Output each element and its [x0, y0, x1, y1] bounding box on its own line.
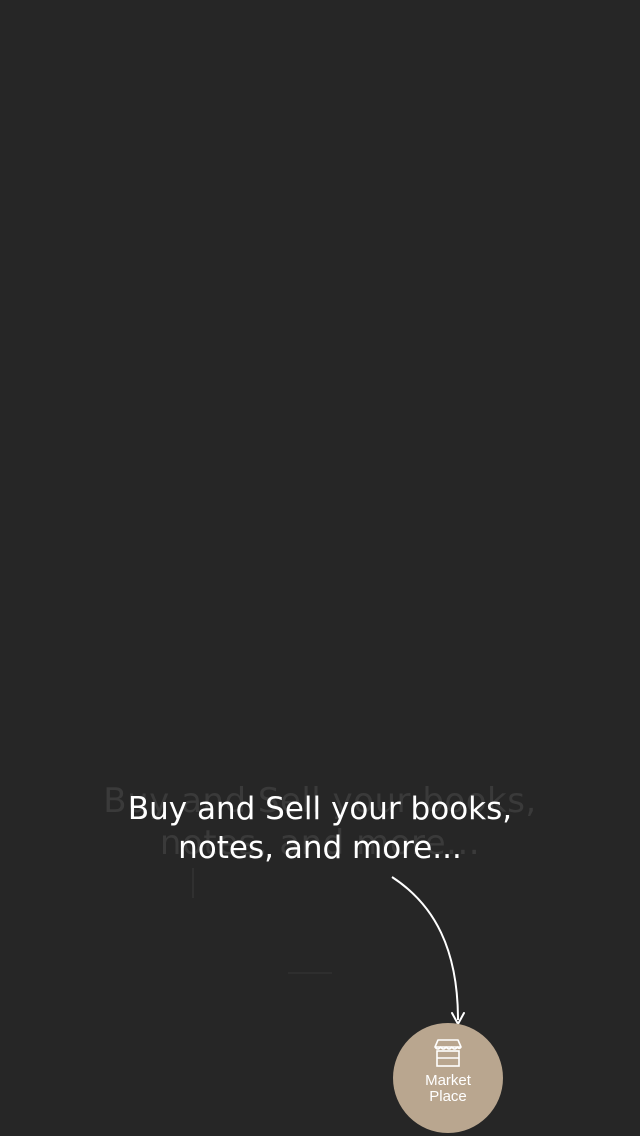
market-place-label-line-1: Market [425, 1072, 471, 1089]
coach-mark-text: Buy and Sell your books, notes, and more… [0, 790, 640, 868]
market-place-button[interactable]: Market Place [393, 1023, 503, 1133]
curved-arrow-icon [391, 876, 465, 1025]
coach-mark-line-2: notes, and more... [178, 830, 462, 866]
coach-mark-line-1: Buy and Sell your books, [127, 791, 513, 827]
background-divider [192, 868, 194, 898]
market-place-label: Market Place [425, 1073, 471, 1105]
market-place-label-line-2: Place [429, 1088, 467, 1105]
onboarding-overlay: Buy and Sell your books, notes, and more… [0, 0, 640, 1136]
background-underline [288, 972, 332, 974]
storefront-icon [434, 1039, 462, 1067]
